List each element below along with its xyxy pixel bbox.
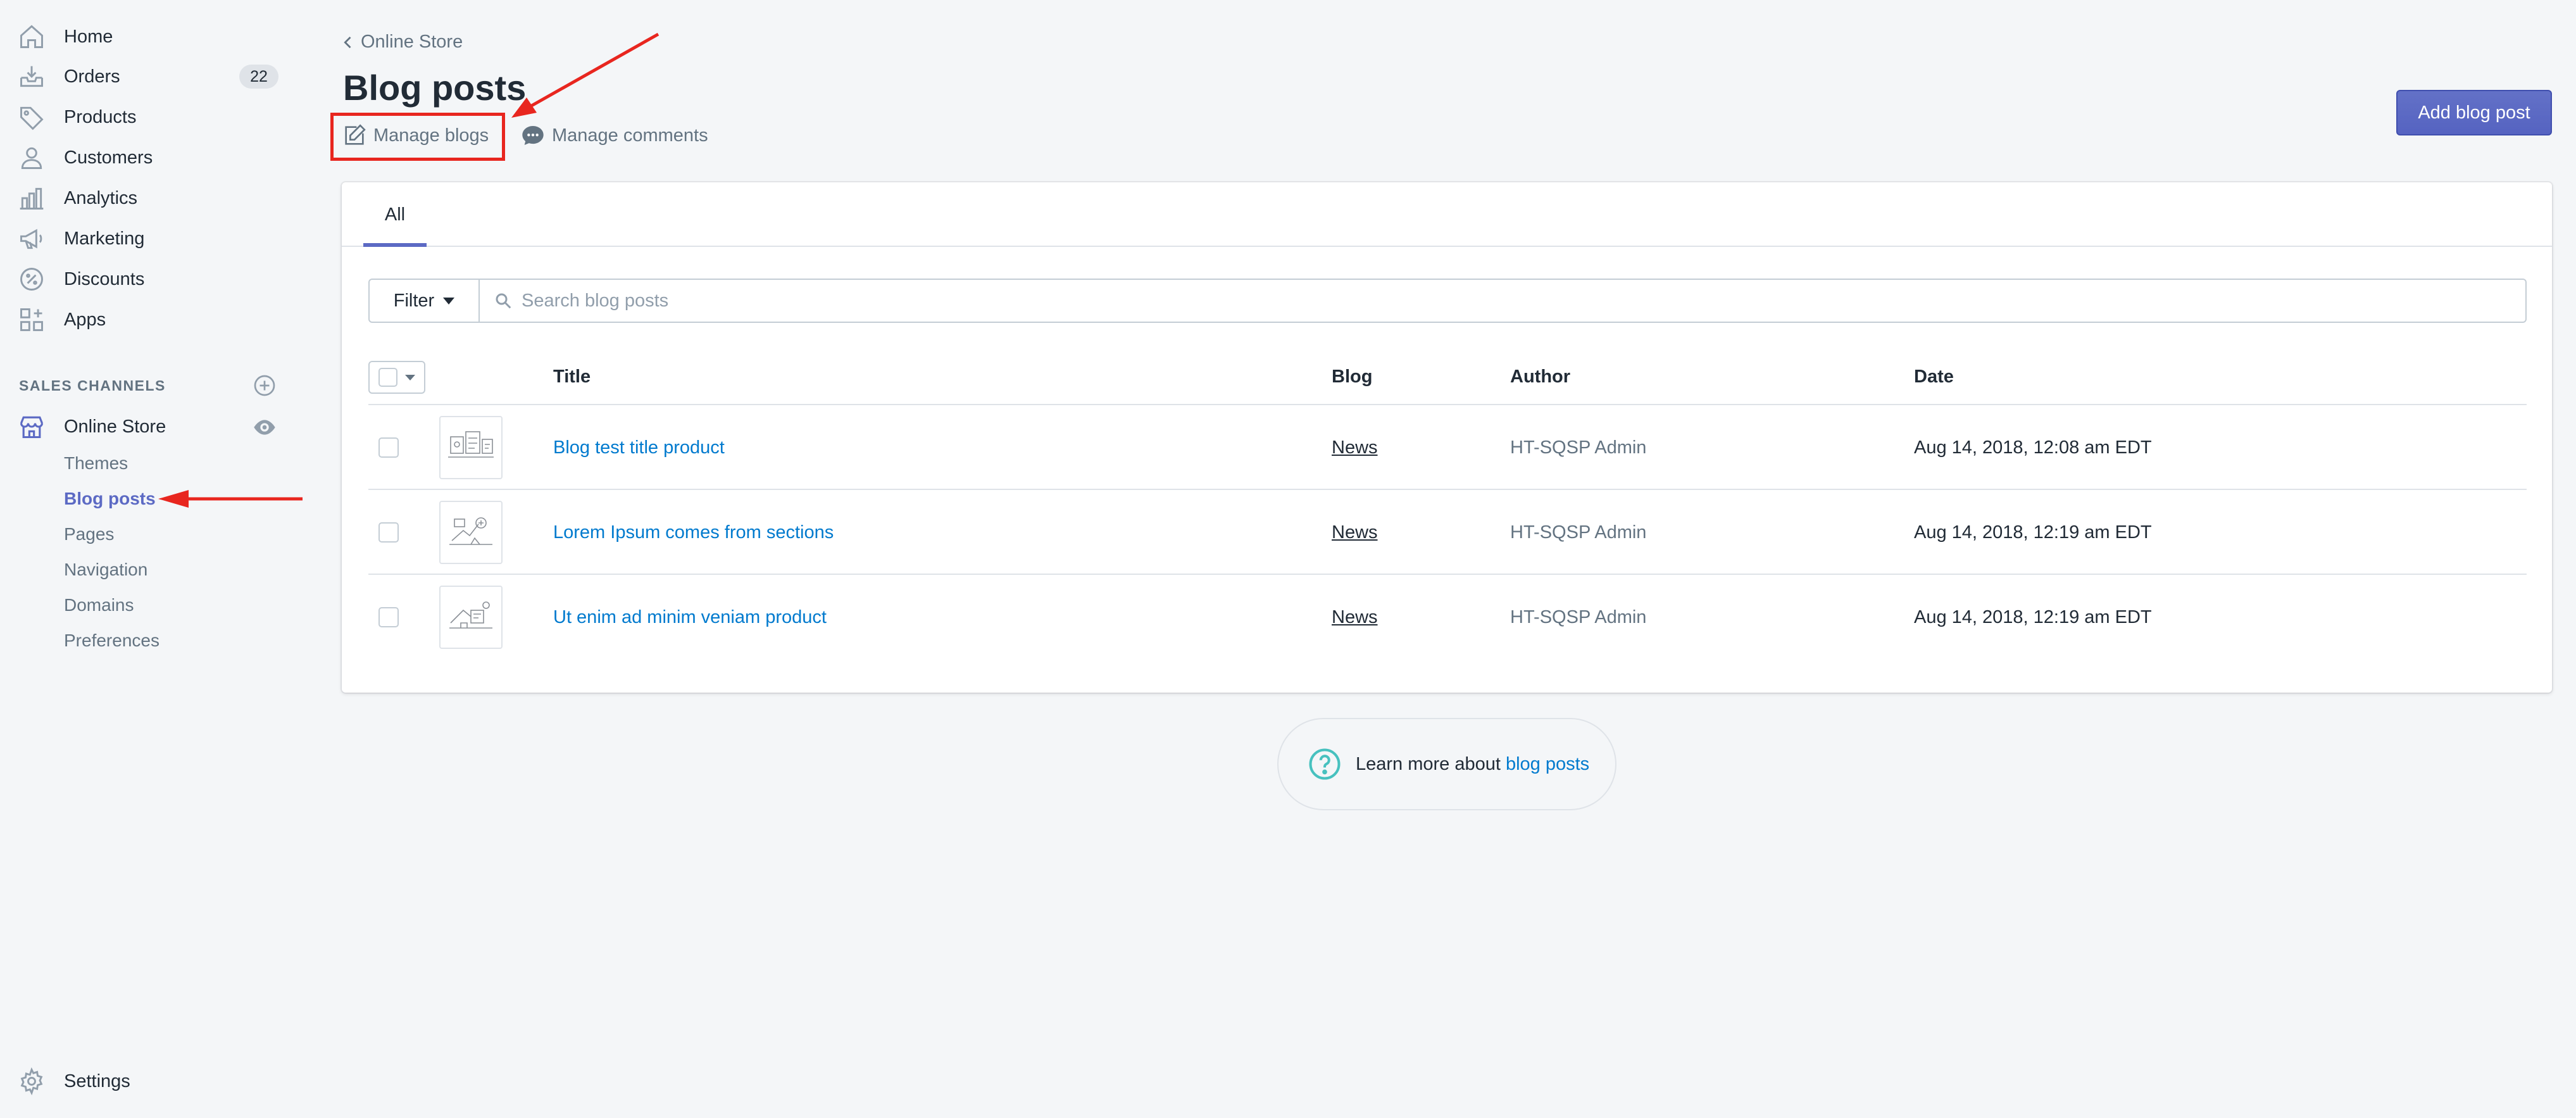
sidebar-item-settings[interactable]: Settings	[0, 1062, 291, 1100]
add-channel-icon[interactable]	[253, 374, 276, 397]
sidebar-item-products[interactable]: Products	[0, 98, 291, 136]
sidebar-item-label: Orders	[64, 66, 120, 87]
page-title: Blog posts	[343, 68, 527, 108]
question-circle-icon	[1309, 748, 1341, 780]
search-icon	[496, 293, 511, 309]
post-thumbnail-image	[439, 586, 503, 649]
sidebar-item-label: Analytics	[64, 187, 138, 208]
breadcrumb[interactable]: Online Store	[339, 32, 463, 53]
row-checkbox[interactable]	[378, 437, 399, 458]
sidebar-item-label: Products	[64, 106, 137, 127]
filter-button-label: Filter	[393, 290, 435, 311]
tag-icon	[18, 103, 46, 131]
orders-icon	[18, 63, 46, 91]
megaphone-icon	[18, 225, 46, 253]
row-checkbox[interactable]	[378, 522, 399, 543]
sidebar-item-online-store[interactable]: Online Store	[0, 408, 291, 446]
help-footer: Learn more about blog posts	[1277, 718, 1616, 810]
filter-button[interactable]: Filter	[368, 279, 480, 323]
tab-selected-indicator	[363, 243, 427, 247]
manage-comments-button[interactable]: Manage comments	[520, 123, 708, 148]
sidebar-item-marketing[interactable]: Marketing	[0, 220, 291, 258]
view-store-eye-icon[interactable]	[252, 415, 277, 440]
sidebar-item-label: Apps	[64, 309, 106, 330]
store-icon	[18, 413, 46, 441]
post-date: Aug 14, 2018, 12:19 am EDT	[1914, 606, 2152, 627]
column-header-author[interactable]: Author	[1510, 348, 1570, 405]
sidebar-item-label: Settings	[64, 1071, 130, 1091]
filter-row: Filter	[368, 279, 2527, 323]
sidebar-item-analytics[interactable]: Analytics	[0, 179, 291, 217]
post-blog-link[interactable]: News	[1332, 490, 1378, 575]
annotation-arrow-manage-blogs	[511, 32, 660, 118]
sidebar-item-label: Discounts	[64, 268, 145, 289]
sidebar-item-apps[interactable]: Apps	[0, 301, 291, 339]
orders-count-badge: 22	[239, 65, 278, 89]
manage-comments-label: Manage comments	[552, 125, 708, 146]
sidebar-item-label: Marketing	[64, 228, 145, 249]
post-title-link[interactable]: Blog test title product	[553, 405, 725, 490]
bar-chart-icon	[18, 184, 46, 212]
breadcrumb-label: Online Store	[361, 32, 463, 52]
sidebar-subitem-domains[interactable]: Domains	[64, 595, 134, 615]
post-title-link[interactable]: Ut enim ad minim veniam product	[553, 575, 827, 660]
table-row[interactable]: Ut enim ad minim veniam product News HT-…	[368, 575, 2527, 660]
sidebar-item-orders[interactable]: Orders 22	[0, 58, 291, 96]
table-row[interactable]: Lorem Ipsum comes from sections News HT-…	[368, 490, 2527, 575]
post-date: Aug 14, 2018, 12:08 am EDT	[1914, 437, 2152, 458]
search-field	[480, 279, 2527, 323]
sidebar: Home Orders 22 Products Customers Analyt…	[0, 0, 316, 1118]
help-blog-posts-link[interactable]: blog posts	[1506, 754, 1589, 775]
sidebar-subitem-preferences[interactable]: Preferences	[64, 631, 159, 651]
post-thumbnail-image	[439, 501, 503, 564]
tab-all[interactable]: All	[363, 182, 427, 247]
bulk-select-checkbox[interactable]	[368, 361, 425, 394]
post-thumbnail-image	[439, 416, 503, 479]
post-author: HT-SQSP Admin	[1510, 522, 1647, 543]
app-window: Home Orders 22 Products Customers Analyt…	[0, 0, 2576, 1118]
caret-down-icon	[443, 297, 455, 305]
annotation-highlight-box	[330, 113, 505, 161]
post-blog-link[interactable]: News	[1332, 405, 1378, 490]
comment-icon	[522, 126, 544, 145]
post-author: HT-SQSP Admin	[1510, 606, 1647, 627]
sidebar-item-home[interactable]: Home	[0, 18, 291, 56]
tab-bar: All	[342, 182, 2552, 247]
sidebar-item-customers[interactable]: Customers	[0, 139, 291, 177]
sidebar-item-label: Online Store	[64, 416, 166, 437]
add-blog-post-button[interactable]: Add blog post	[2396, 90, 2552, 135]
gear-icon	[18, 1067, 46, 1096]
discount-icon	[18, 265, 46, 293]
column-header-title[interactable]: Title	[553, 348, 591, 405]
post-blog-link[interactable]: News	[1332, 575, 1378, 660]
post-date: Aug 14, 2018, 12:19 am EDT	[1914, 522, 2152, 543]
post-author: HT-SQSP Admin	[1510, 437, 1647, 458]
sidebar-subitem-pages[interactable]: Pages	[64, 524, 114, 544]
blog-posts-card: All Filter Title Blog Author Date	[342, 182, 2552, 693]
table-row[interactable]: Blog test title product News HT-SQSP Adm…	[368, 405, 2527, 490]
sidebar-subitem-navigation[interactable]: Navigation	[64, 560, 147, 580]
home-icon	[18, 23, 46, 51]
person-icon	[18, 144, 46, 172]
chevron-left-icon	[344, 36, 351, 48]
sidebar-item-label: Customers	[64, 147, 153, 168]
help-text: Learn more about	[1356, 753, 1501, 774]
column-header-date[interactable]: Date	[1914, 348, 1954, 405]
apps-icon	[18, 306, 46, 334]
column-header-blog[interactable]: Blog	[1332, 348, 1372, 405]
row-checkbox[interactable]	[378, 607, 399, 627]
caret-down-icon	[405, 374, 415, 380]
sidebar-item-label: Home	[64, 26, 113, 47]
checkbox	[378, 368, 397, 387]
table-header: Title Blog Author Date	[368, 348, 2527, 405]
search-input[interactable]	[480, 280, 2525, 322]
sales-channels-heading: SALES CHANNELS	[19, 377, 166, 394]
post-title-link[interactable]: Lorem Ipsum comes from sections	[553, 490, 834, 575]
sidebar-item-discounts[interactable]: Discounts	[0, 260, 291, 298]
sidebar-subitem-themes[interactable]: Themes	[64, 453, 128, 474]
sidebar-subitem-blog-posts[interactable]: Blog posts	[64, 489, 156, 509]
